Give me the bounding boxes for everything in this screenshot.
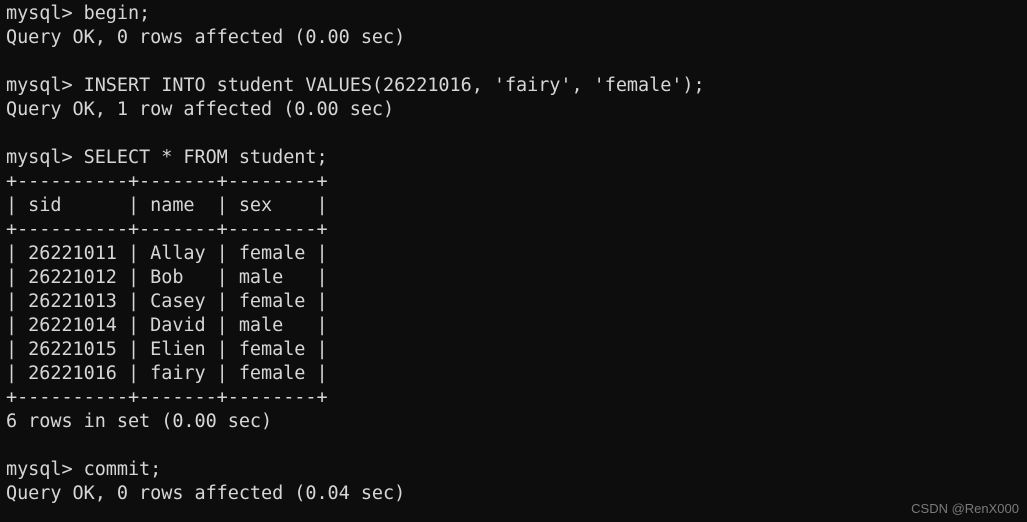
table-row: | 26221011 | Allay | female | [6, 243, 328, 264]
table-border-bottom: +----------+-------+--------+ [6, 387, 328, 408]
table-row: | 26221016 | fairy | female | [6, 363, 328, 384]
watermark: CSDN @RenX000 [911, 501, 1019, 516]
table-row: | 26221013 | Casey | female | [6, 291, 328, 312]
row-count-status: 6 rows in set (0.00 sec) [6, 411, 273, 432]
table-header-row: | sid | name | sex | [6, 195, 328, 216]
table-row: | 26221012 | Bob | male | [6, 267, 328, 288]
terminal-line: Query OK, 1 row affected (0.00 sec) [6, 99, 395, 120]
terminal-window[interactable]: mysql> begin; Query OK, 0 rows affected … [0, 0, 1027, 522]
table-row: | 26221015 | Elien | female | [6, 339, 328, 360]
table-border-header: +----------+-------+--------+ [6, 219, 328, 240]
terminal-line: mysql> INSERT INTO student VALUES(262210… [6, 75, 705, 96]
terminal-line: Query OK, 0 rows affected (0.04 sec) [6, 483, 406, 504]
table-border-top: +----------+-------+--------+ [6, 171, 328, 192]
terminal-line: mysql> begin; [6, 3, 151, 24]
table-row: | 26221014 | David | male | [6, 315, 328, 336]
terminal-line: mysql> SELECT * FROM student; [6, 147, 328, 168]
terminal-line: Query OK, 0 rows affected (0.00 sec) [6, 27, 406, 48]
terminal-line: mysql> commit; [6, 459, 162, 480]
